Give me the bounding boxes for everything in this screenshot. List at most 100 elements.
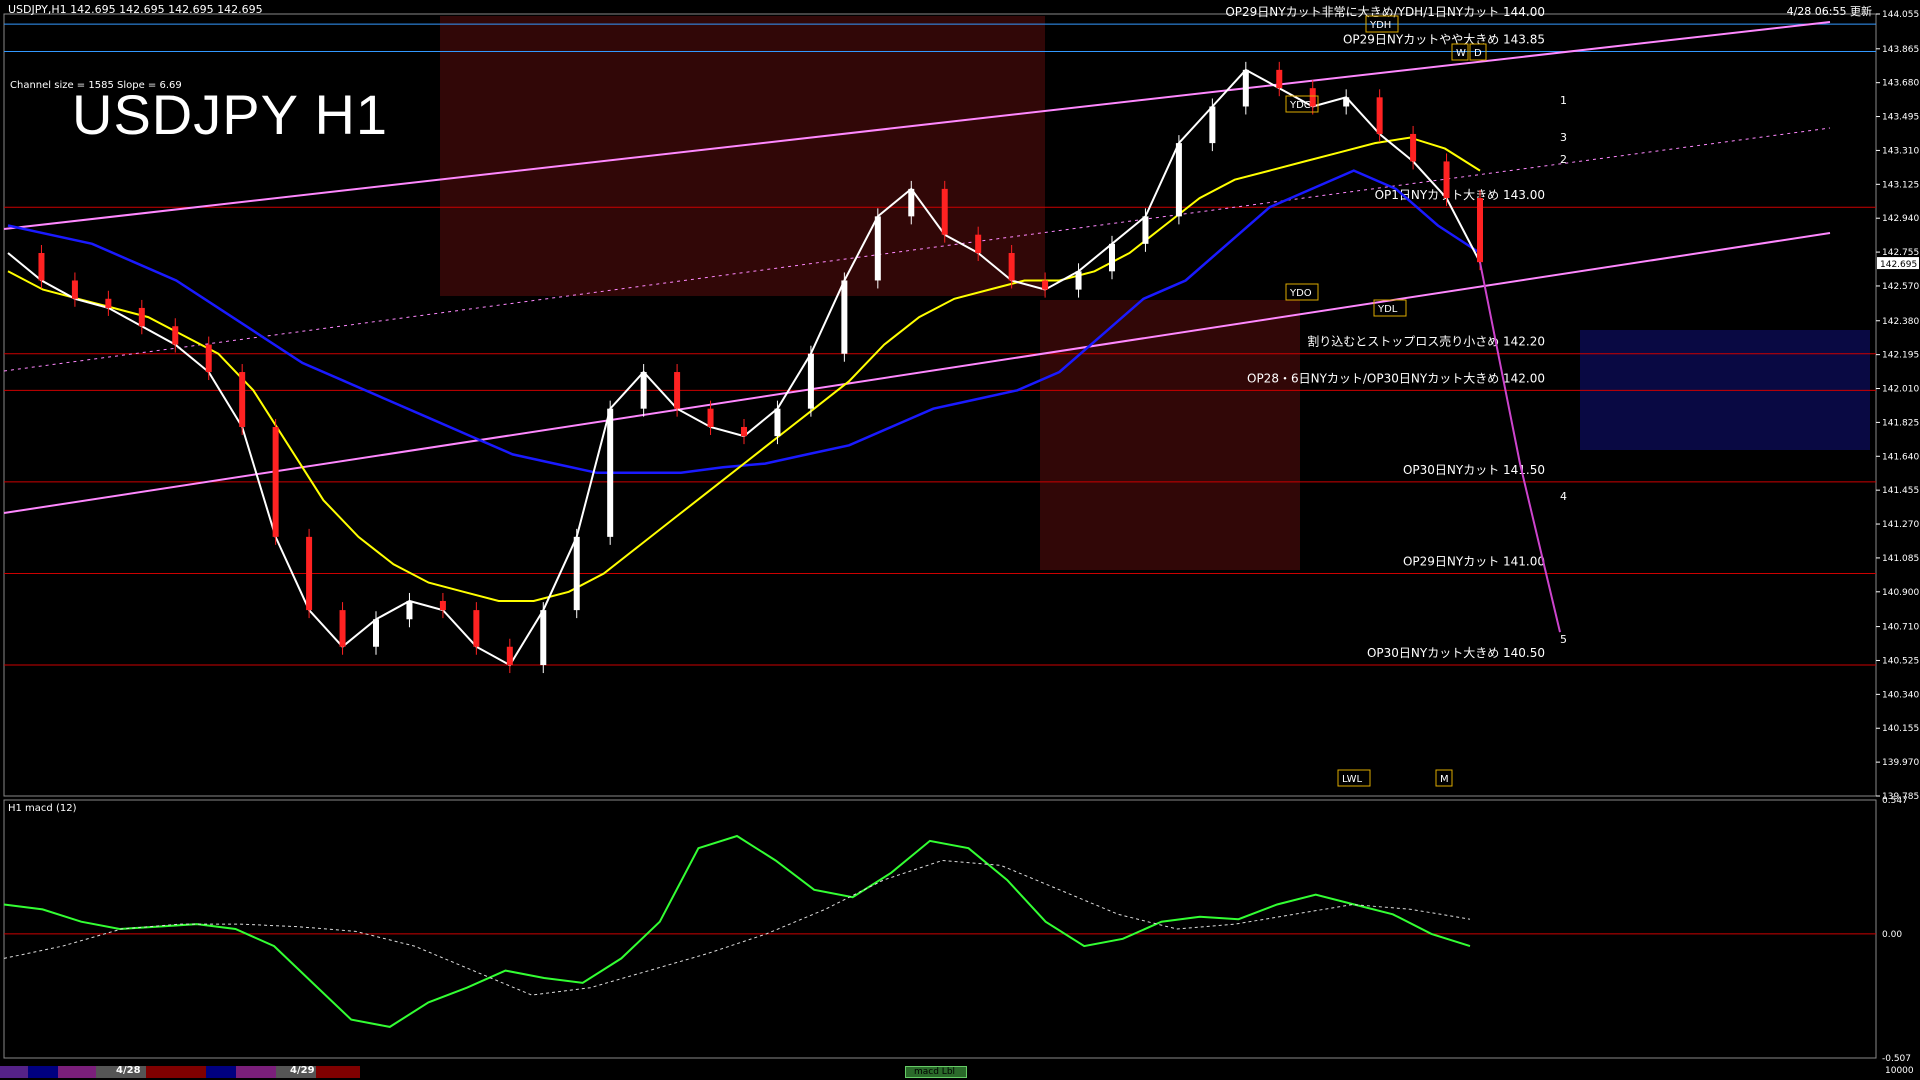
candle-body [874,216,881,281]
candle-body [205,344,212,373]
candle-body [1410,133,1417,162]
candle-body [406,600,413,620]
level-box-label: YDH [1369,20,1391,31]
price-tick-label: 142.940 [1882,214,1919,224]
price-tick-label: 143.865 [1882,45,1919,55]
price-tick-label: 140.155 [1882,724,1919,734]
candle-body [1343,97,1350,107]
candle-body [707,408,714,427]
date-label-b: 4/29 [290,1065,315,1076]
level-box-label: D [1474,48,1482,59]
level-box-label: M [1440,774,1449,785]
candle-body [1209,106,1216,144]
price-tick-label: 142.570 [1882,282,1919,292]
level-box-label: YDO [1289,288,1312,299]
period-cell [236,1066,276,1078]
price-tick-label: 142.195 [1882,351,1919,361]
price-level-label: OP29日NYカット 141.00 [1403,554,1545,568]
cloud-band [1040,300,1300,570]
price-tick-label: 141.455 [1882,486,1919,496]
price-level-label: OP28・6日NYカット/OP30日NYカット大きめ 142.00 [1247,371,1545,385]
period-cell [206,1066,236,1078]
price-chart[interactable]: OP29日NYカット非常に大きめ/YDH/1日NYカット 144.00 OP29日… [0,0,1920,1080]
candle-body [1075,271,1082,290]
scale-value: 10000 [1885,1066,1914,1076]
period-cell [0,1066,28,1078]
price-tick-label: 142.380 [1882,317,1919,327]
candle-body [439,600,446,611]
candle-body [1477,198,1483,263]
date-label-a: 4/28 [116,1065,141,1076]
candle-body [1242,69,1249,107]
candle-body [975,234,982,253]
bottom-status-bar: 4/28 4/29 macd Lbl 10000 [0,1064,1914,1080]
candle-body [306,536,313,611]
candle-body [373,619,379,647]
candle-body [1042,280,1049,290]
chart-title: USDJPY H1 [72,83,389,146]
candle-body [540,610,547,666]
candle-body [1142,216,1149,244]
wave-label: 4 [1560,490,1567,503]
price-level-label: OP30日NYカット 141.50 [1403,463,1545,477]
candle-body [908,188,915,217]
price-tick-label: 141.085 [1882,554,1919,564]
candle-body [239,372,246,427]
macd-label-button-text: macd Lbl [914,1067,956,1077]
period-cell [316,1066,360,1078]
candle-body [774,408,781,437]
period-cell: 4/29 [276,1065,316,1078]
period-cell [28,1066,58,1078]
macd-pane-frame [3,799,1877,1059]
price-tick-label: 143.495 [1882,113,1919,123]
candle-body [807,353,814,409]
candle-body [607,408,614,537]
price-level-label: OP29日NYカット非常に大きめ/YDH/1日NYカット 144.00 [1225,5,1545,19]
period-cell [58,1066,96,1078]
cloud-band [440,16,1045,296]
price-level-label: OP29日NYカットやや大きめ 143.85 [1343,33,1545,47]
candle-body [674,372,681,409]
period-strip: 4/28 4/29 [0,1065,360,1078]
period-cell [146,1066,206,1078]
wave-label: 3 [1560,131,1567,144]
price-tick-label: 142.755 [1882,248,1919,258]
macd-label-button[interactable]: macd Lbl [905,1066,967,1078]
candle-body [172,326,179,345]
macd-title: H1 macd (12) [8,803,77,814]
candle-body [573,536,580,611]
candle-body [38,252,45,281]
macd-histogram-line [3,834,1471,1028]
current-price-label: 142.695 [1880,260,1917,270]
candle-body [71,280,78,299]
price-tick-label: 141.825 [1882,418,1919,428]
candle-body [1109,243,1115,272]
level-box-label: YDC [1289,100,1311,111]
price-tick-label: 140.525 [1882,656,1919,666]
price-tick-label: 143.125 [1882,180,1919,190]
update-timestamp: 4/28 06:55 更新 [1786,5,1872,18]
price-tick-label: 143.680 [1882,79,1919,89]
candle-body [105,298,112,308]
macd-tick-label: 0.00 [1882,930,1902,940]
price-tick-label: 144.055 [1882,10,1919,20]
price-level-label: OP1日NYカット大きめ 143.00 [1375,188,1545,202]
candle-body [1175,143,1182,217]
price-tick-label: 142.010 [1882,385,1919,395]
price-tick-label: 139.970 [1882,758,1919,768]
period-cell: 4/28 [96,1065,146,1078]
price-tick-label: 141.270 [1882,520,1919,530]
wave-label: 1 [1560,94,1567,107]
level-box-label: LWL [1342,774,1363,785]
candle-body [1276,69,1283,89]
forecast-line [1479,261,1561,633]
price-tick-label: 140.900 [1882,588,1919,598]
macd-tick-label: 0.547 [1882,796,1908,806]
candle-body [941,188,948,235]
level-box-label: YDL [1377,304,1398,315]
candle-body [506,646,513,666]
price-tick-label: 143.310 [1882,146,1919,156]
candle-body [1008,252,1015,281]
candle-body [741,426,747,437]
price-tick-label: 141.640 [1882,452,1919,462]
